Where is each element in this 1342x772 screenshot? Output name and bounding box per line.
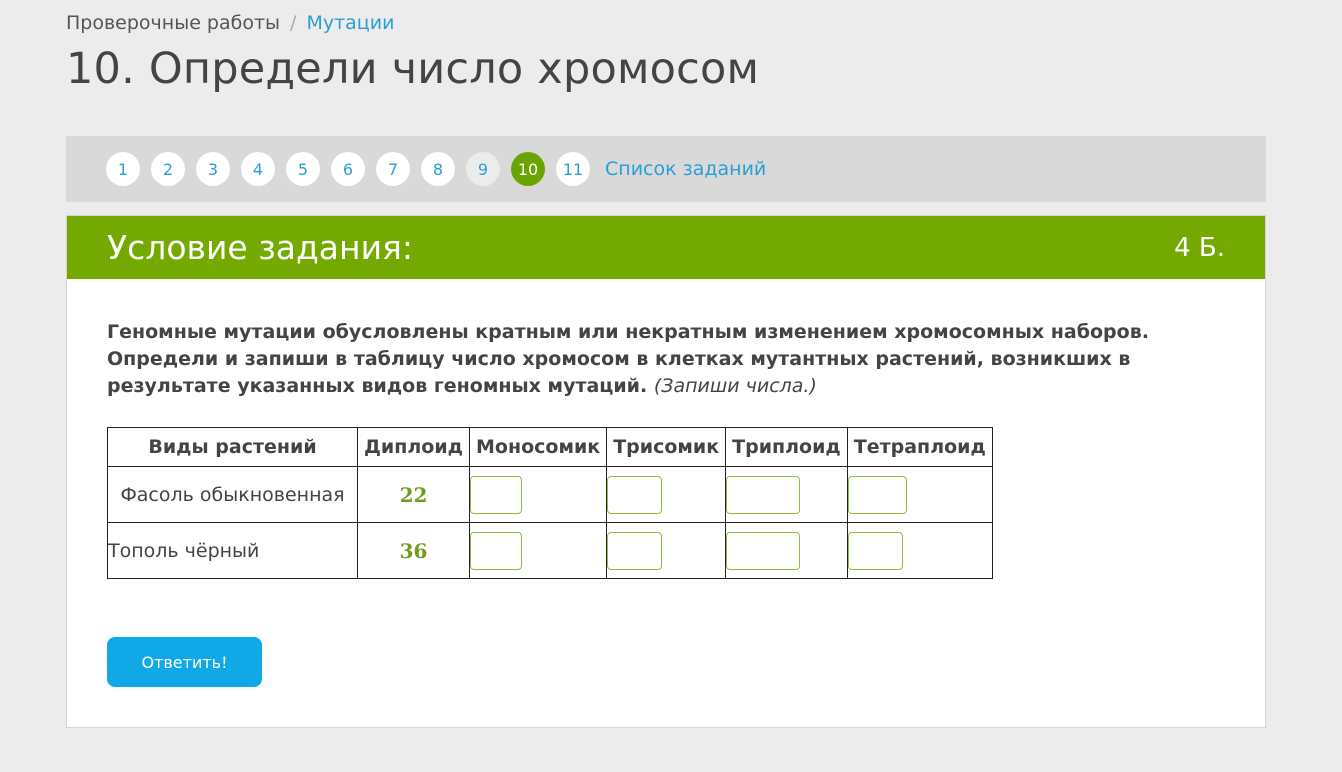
breadcrumb: Проверочные работы / Мутации [66, 12, 394, 34]
task-text: Геномные мутации обусловлены кратным или… [107, 319, 1217, 400]
task-pill-7[interactable]: 7 [376, 152, 410, 186]
monosomic-input[interactable] [470, 475, 522, 514]
triploid-cell [725, 522, 848, 579]
plant-name: Фасоль обыкновенная [107, 466, 358, 523]
tetraploid-cell [846, 466, 993, 523]
task-list-link[interactable]: Список заданий [605, 158, 766, 180]
monosomic-cell [468, 466, 608, 523]
triploid-cell [725, 466, 848, 523]
task-condition-title: Условие задания: [107, 228, 414, 267]
trisomic-cell [606, 466, 727, 523]
breadcrumb-separator: / [290, 12, 297, 34]
task-pill-4[interactable]: 4 [241, 152, 275, 186]
triploid-input[interactable] [726, 475, 801, 514]
task-pill-11[interactable]: 11 [556, 152, 590, 186]
table-row: Фасоль обыкновенная 22 [107, 466, 993, 523]
task-pill-6[interactable]: 6 [331, 152, 365, 186]
column-header: Тетраплоид [846, 427, 993, 467]
trisomic-input[interactable] [607, 475, 663, 514]
monosomic-cell [468, 522, 608, 579]
task-navigation: 1 2 3 4 5 6 7 8 9 10 11 Список заданий [66, 136, 1266, 202]
task-hint: (Запиши числа.) [653, 375, 817, 397]
breadcrumb-current[interactable]: Мутации [306, 12, 394, 34]
task-pill-3[interactable]: 3 [196, 152, 230, 186]
diploid-value: 36 [357, 522, 470, 579]
task-pill-1[interactable]: 1 [106, 152, 140, 186]
column-header: Моносомик [468, 427, 608, 467]
task-description: Геномные мутации обусловлены кратным или… [107, 321, 1149, 397]
column-header: Трисомик [606, 427, 727, 467]
triploid-input[interactable] [726, 531, 801, 570]
table-row: Тополь чёрный 36 [107, 522, 993, 579]
diploid-value: 22 [357, 466, 470, 523]
task-pill-9[interactable]: 9 [466, 152, 500, 186]
table-header-row: Виды растений Диплоид Моносомик Трисомик… [107, 427, 993, 467]
column-header: Диплоид [357, 427, 470, 467]
task-pill-2[interactable]: 2 [151, 152, 185, 186]
submit-answer-button[interactable]: Ответить! [107, 637, 262, 687]
tetraploid-cell [846, 522, 993, 579]
task-points: 4 Б. [1174, 232, 1225, 263]
task-card: Условие задания: 4 Б. Геномные мутации о… [66, 215, 1266, 728]
breadcrumb-parent[interactable]: Проверочные работы [66, 12, 280, 34]
column-header: Виды растений [107, 427, 358, 467]
trisomic-cell [606, 522, 727, 579]
monosomic-input[interactable] [470, 531, 522, 570]
task-pill-5[interactable]: 5 [286, 152, 320, 186]
column-header: Триплоид [725, 427, 848, 467]
tetraploid-input[interactable] [847, 475, 907, 514]
plant-name: Тополь чёрный [107, 522, 358, 579]
answer-table: Виды растений Диплоид Моносомик Трисомик… [107, 427, 993, 579]
page-title: 10. Определи число хромосом [66, 44, 760, 94]
task-card-header: Условие задания: 4 Б. [67, 216, 1265, 279]
task-pills: 1 2 3 4 5 6 7 8 9 10 11 [106, 152, 601, 186]
task-pill-8[interactable]: 8 [421, 152, 455, 186]
tetraploid-input[interactable] [847, 531, 903, 570]
trisomic-input[interactable] [607, 531, 663, 570]
task-pill-10-active[interactable]: 10 [511, 152, 545, 186]
